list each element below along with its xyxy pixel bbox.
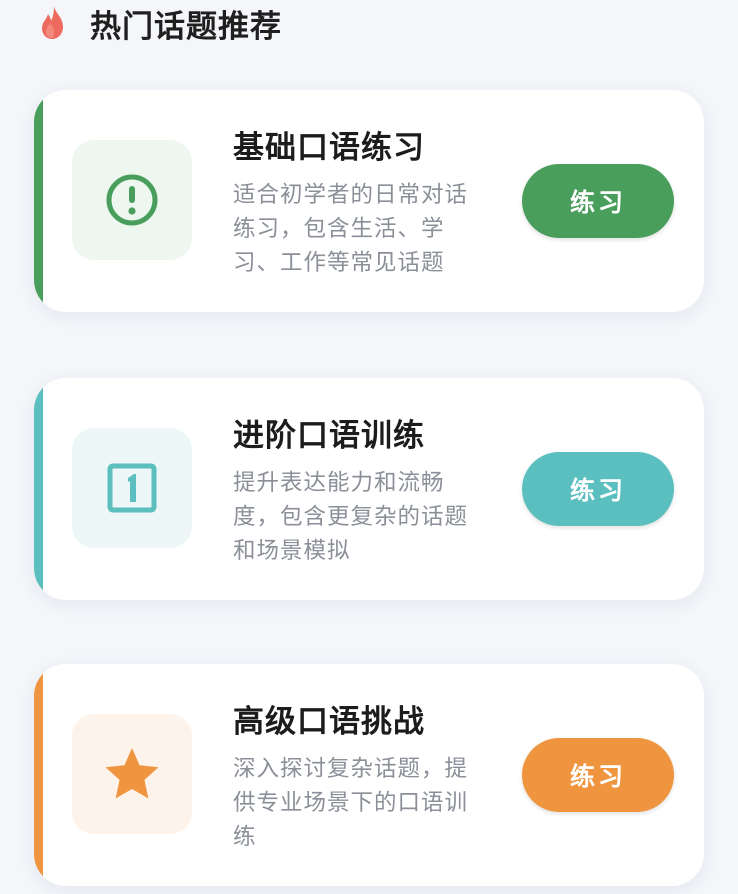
topic-card-advanced: 高级口语挑战 深入探讨复杂话题，提供专业场景下的口语训练 练习 xyxy=(34,664,704,886)
section-title: 热门话题推荐 xyxy=(90,8,282,45)
practice-button[interactable]: 练习 xyxy=(522,452,674,526)
topic-title: 进阶口语训练 xyxy=(233,418,425,454)
topic-icon-box xyxy=(72,714,192,834)
topic-description: 提升表达能力和流畅度，包含更复杂的话题和场景模拟 xyxy=(233,470,469,564)
star-icon xyxy=(105,748,159,799)
card-accent-bar xyxy=(34,664,43,886)
card-accent-bar xyxy=(34,90,43,312)
section-header: 热门话题推荐 xyxy=(38,0,282,46)
topic-icon-box xyxy=(72,428,192,548)
topic-card-basic: 基础口语练习 适合初学者的日常对话练习，包含生活、学习、工作等常见话题 练习 xyxy=(34,90,704,312)
topic-title: 高级口语挑战 xyxy=(233,704,425,740)
card-accent-bar xyxy=(34,378,43,600)
fire-icon xyxy=(38,5,68,41)
topic-description: 深入探讨复杂话题，提供专业场景下的口语训练 xyxy=(233,756,469,850)
topic-icon-box xyxy=(72,140,192,260)
practice-button[interactable]: 练习 xyxy=(522,164,674,238)
topic-description: 适合初学者的日常对话练习，包含生活、学习、工作等常见话题 xyxy=(233,182,469,276)
topic-title: 基础口语练习 xyxy=(233,130,425,166)
number-one-box-icon xyxy=(107,463,157,513)
exclamation-circle-icon xyxy=(106,174,158,226)
topic-card-intermediate: 进阶口语训练 提升表达能力和流畅度，包含更复杂的话题和场景模拟 练习 xyxy=(34,378,704,600)
practice-button[interactable]: 练习 xyxy=(522,738,674,812)
